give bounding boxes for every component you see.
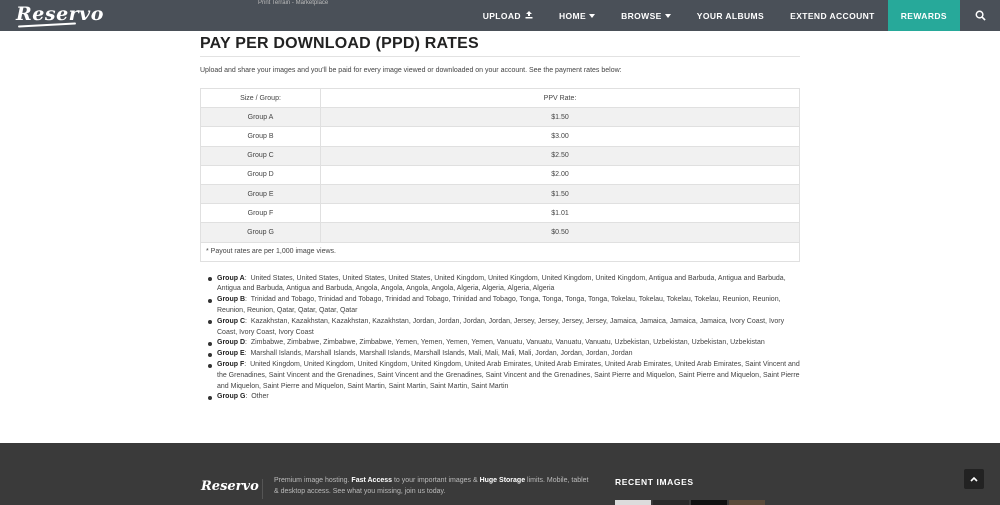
- chevron-up-icon: [970, 476, 978, 482]
- footer-text-part: Premium image hosting.: [274, 477, 352, 484]
- nav-extend-account[interactable]: EXTEND ACCOUNT: [777, 0, 888, 31]
- nav-home[interactable]: HOME: [546, 0, 608, 31]
- group-countries: Zimbabwe, Zimbabwe, Zimbabwe, Zimbabwe, …: [250, 339, 765, 347]
- group-cell: Group E: [200, 183, 321, 205]
- footer-text-bold: Huge Storage: [479, 477, 526, 484]
- footer-text-bold: Fast Access: [351, 477, 393, 484]
- group-label: Group G: [217, 393, 246, 401]
- group-cell: Group C: [200, 145, 321, 166]
- site-logo[interactable]: Reservo: [16, 3, 104, 25]
- group-cell: Group B: [200, 126, 321, 147]
- group-countries: United States, United States, United Sta…: [217, 274, 786, 293]
- footer-divider: [262, 479, 263, 499]
- table-row: Group D $2.00: [200, 164, 800, 185]
- intro-text: Upload and share your images and you'll …: [200, 67, 622, 74]
- nav-upload-label: UPLOAD: [482, 10, 521, 21]
- rate-cell: $2.50: [320, 145, 800, 166]
- group-label: Group E: [217, 350, 245, 358]
- table-row: Group G $0.50: [200, 222, 800, 243]
- footer-about-text: Premium image hosting. Fast Access to yo…: [274, 476, 594, 497]
- search-button[interactable]: [960, 0, 1000, 31]
- nav-your-albums-label: YOUR ALBUMS: [696, 10, 765, 21]
- list-item: Group B: Trinidad and Tobago, Trinidad a…: [208, 295, 800, 317]
- rate-cell: $2.00: [320, 164, 800, 185]
- main-nav: UPLOAD HOME BROWSE YOUR ALBUMS EXTEND AC…: [470, 0, 960, 31]
- page-title: PAY PER DOWNLOAD (PPD) RATES: [200, 35, 800, 57]
- rate-cell: $0.50: [320, 222, 800, 243]
- rate-cell: $3.00: [320, 126, 800, 147]
- recent-images-title: RECENT IMAGES: [615, 477, 694, 487]
- table-row: Group E $1.50: [200, 183, 800, 205]
- header-ppv-rate: PPV Rate:: [320, 87, 800, 109]
- table-row: Group C $2.50: [200, 145, 800, 166]
- table-row: Group B $3.00: [200, 126, 800, 147]
- faint-header-text: Print Terrain - Marketplace: [258, 0, 329, 6]
- footer-logo[interactable]: Reservo: [201, 479, 259, 494]
- list-item: Group C: Kazakhstan, Kazakhstan, Kazakhs…: [208, 317, 800, 339]
- nav-browse[interactable]: BROWSE: [608, 0, 684, 31]
- recent-image-thumb[interactable]: [729, 500, 765, 505]
- top-navbar: Reservo Print Terrain - Marketplace UPLO…: [0, 0, 1000, 31]
- scroll-to-top-button[interactable]: [964, 469, 984, 489]
- group-countries: Other: [251, 393, 269, 401]
- main-content: PAY PER DOWNLOAD (PPD) RATES Upload and …: [200, 31, 800, 403]
- nav-browse-label: BROWSE: [621, 10, 662, 21]
- upload-icon: [525, 10, 533, 21]
- group-countries: United Kingdom, United Kingdom, United K…: [217, 361, 800, 390]
- group-cell: Group F: [200, 203, 321, 224]
- nav-rewards[interactable]: REWARDS: [887, 0, 960, 31]
- nav-extend-account-label: EXTEND ACCOUNT: [790, 10, 875, 21]
- footer: Reservo Premium image hosting. Fast Acce…: [0, 443, 1000, 505]
- rate-cell: $1.01: [320, 203, 800, 224]
- header-size-group: Size / Group:: [200, 87, 321, 109]
- caret-down-icon: [589, 13, 596, 18]
- footer-text-part: to your important images &: [392, 477, 480, 484]
- group-cell: Group G: [200, 222, 321, 243]
- recent-images-strip: [615, 500, 765, 505]
- nav-your-albums[interactable]: YOUR ALBUMS: [684, 0, 777, 31]
- list-item: Group A: United States, United States, U…: [208, 274, 800, 296]
- list-item: Group E: Marshall Islands, Marshall Isla…: [208, 349, 800, 360]
- table-note-row: * Payout rates are per 1,000 image views…: [200, 241, 800, 262]
- recent-image-thumb[interactable]: [615, 500, 651, 505]
- rates-table: Size / Group: PPV Rate: Group A $1.50 Gr…: [200, 87, 800, 262]
- group-countries: Kazakhstan, Kazakhstan, Kazakhstan, Kaza…: [217, 317, 785, 336]
- group-countries: Marshall Islands, Marshall Islands, Mars…: [250, 350, 633, 358]
- group-cell: Group D: [200, 164, 321, 185]
- table-header-row: Size / Group: PPV Rate:: [200, 87, 800, 109]
- group-country-list: Group A: United States, United States, U…: [200, 274, 800, 404]
- rate-cell: $1.50: [320, 183, 800, 205]
- payout-note: * Payout rates are per 1,000 image views…: [200, 241, 800, 262]
- group-label: Group D: [217, 339, 245, 347]
- nav-upload[interactable]: UPLOAD: [470, 0, 546, 31]
- group-countries: Trinidad and Tobago, Trinidad and Tobago…: [217, 296, 781, 315]
- table-row: Group A $1.50: [200, 107, 800, 128]
- recent-image-thumb[interactable]: [653, 500, 689, 505]
- nav-rewards-label: REWARDS: [900, 10, 947, 21]
- nav-home-label: HOME: [558, 10, 587, 21]
- group-label: Group F: [217, 361, 245, 369]
- recent-image-thumb[interactable]: [691, 500, 727, 505]
- rate-cell: $1.50: [320, 107, 800, 128]
- list-item: Group G: Other: [208, 392, 800, 403]
- list-item: Group D: Zimbabwe, Zimbabwe, Zimbabwe, Z…: [208, 338, 800, 349]
- list-item: Group F: United Kingdom, United Kingdom,…: [208, 360, 800, 392]
- group-cell: Group A: [200, 107, 321, 128]
- search-icon: [975, 10, 986, 21]
- group-label: Group B: [217, 296, 245, 304]
- table-row: Group F $1.01: [200, 203, 800, 224]
- caret-down-icon: [664, 13, 671, 18]
- group-label: Group A: [217, 274, 245, 282]
- group-label: Group C: [217, 317, 245, 325]
